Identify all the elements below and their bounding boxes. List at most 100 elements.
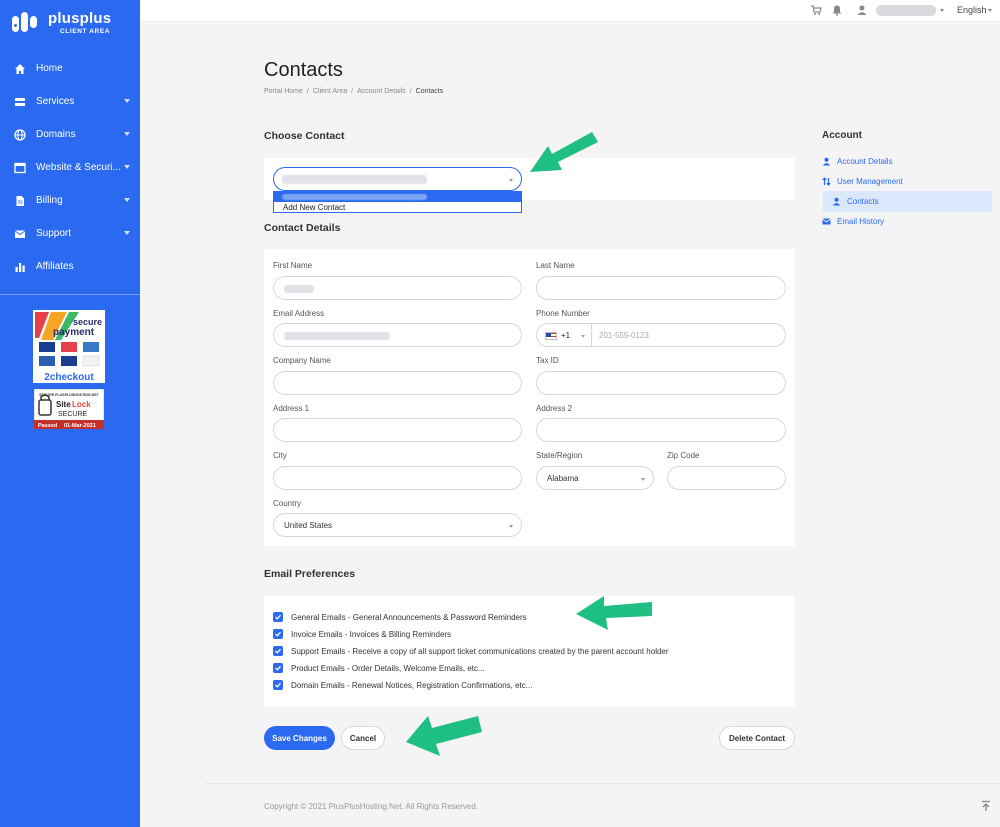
sidebar-nav: Home Services Domains Website & Securi..… bbox=[0, 52, 140, 283]
tax-id-label: Tax ID bbox=[536, 356, 559, 365]
phone-placeholder: 201-555-0123 bbox=[599, 331, 649, 340]
sidebar-item-label: Billing bbox=[36, 195, 63, 206]
pref-domain-emails: Domain Emails - Renewal Notices, Registr… bbox=[273, 680, 532, 690]
user-icon bbox=[822, 157, 831, 166]
email-field[interactable] bbox=[273, 323, 522, 347]
country-select[interactable]: United States bbox=[273, 513, 522, 537]
username-redacted[interactable] bbox=[876, 5, 936, 16]
chevron-down-icon bbox=[940, 9, 944, 12]
breadcrumb-current: Contacts bbox=[415, 88, 444, 95]
annotation-arrow-icon bbox=[406, 716, 482, 756]
first-name-field[interactable] bbox=[273, 276, 522, 300]
checkbox-general-emails[interactable] bbox=[273, 612, 283, 622]
dropdown-option-add-new-contact[interactable]: Add New Contact bbox=[283, 203, 345, 212]
chevron-down-icon bbox=[124, 165, 130, 169]
account-nav-account-details[interactable]: Account Details bbox=[822, 157, 893, 166]
choose-contact-heading: Choose Contact bbox=[264, 130, 345, 142]
city-field[interactable] bbox=[273, 466, 522, 490]
sidebar-item-services[interactable]: Services bbox=[0, 85, 140, 118]
chevron-down-icon bbox=[124, 99, 130, 103]
bell-icon[interactable] bbox=[831, 4, 843, 16]
chevron-down-icon bbox=[988, 9, 992, 12]
city-label: City bbox=[273, 451, 287, 460]
pref-label: General Emails - General Announcements &… bbox=[291, 612, 527, 622]
checkbox-product-emails[interactable] bbox=[273, 663, 283, 673]
sitelock-date-text: 01-Mar-2021 bbox=[64, 423, 96, 429]
pref-invoice-emails: Invoice Emails - Invoices & Billing Remi… bbox=[273, 629, 451, 639]
sitelock-badge[interactable]: SECURE.PLUSPLUSHOSTING.NET Site Lock SEC… bbox=[33, 388, 105, 430]
chevron-down-icon bbox=[581, 335, 585, 338]
phone-country-code[interactable]: +1 bbox=[561, 331, 570, 340]
account-nav-contacts[interactable]: Contacts bbox=[832, 197, 879, 206]
pref-product-emails: Product Emails - Order Details, Welcome … bbox=[273, 663, 485, 673]
state-value: Alabama bbox=[547, 474, 579, 483]
zip-label: Zip Code bbox=[667, 451, 700, 460]
company-field[interactable] bbox=[273, 371, 522, 395]
checkbox-invoice-emails[interactable] bbox=[273, 629, 283, 639]
language-selector[interactable]: English bbox=[957, 5, 987, 15]
footer-divider bbox=[205, 783, 1000, 784]
sitelock-lock-text: Lock bbox=[72, 400, 91, 409]
brand-subtitle: CLIENT AREA bbox=[60, 28, 111, 35]
users-arrows-icon bbox=[822, 177, 831, 186]
delete-contact-button[interactable]: Delete Contact bbox=[719, 726, 795, 750]
tax-id-field[interactable] bbox=[536, 371, 786, 395]
dropdown-option-highlighted[interactable] bbox=[274, 192, 521, 202]
globe-icon bbox=[14, 128, 26, 141]
browser-icon bbox=[14, 162, 26, 174]
chevron-down-icon bbox=[509, 179, 513, 182]
zip-field[interactable] bbox=[667, 466, 786, 490]
annotation-arrow-icon bbox=[576, 596, 652, 630]
sidebar-item-website-security[interactable]: Website & Securi... bbox=[0, 151, 140, 184]
sidebar-item-affiliates[interactable]: Affiliates bbox=[0, 250, 140, 283]
breadcrumb-account-details[interactable]: Account Details bbox=[357, 88, 406, 95]
pref-label: Invoice Emails - Invoices & Billing Remi… bbox=[291, 629, 452, 639]
chevron-down-icon bbox=[509, 525, 513, 528]
secure-payment-badge[interactable]: secure payment 2checkout bbox=[33, 310, 105, 383]
account-nav-email-history[interactable]: Email History bbox=[822, 217, 884, 226]
pref-label: Support Emails - Receive a copy of all s… bbox=[291, 646, 669, 656]
email-label: Email Address bbox=[273, 309, 325, 318]
us-flag-icon[interactable] bbox=[545, 332, 557, 340]
phone-field[interactable]: +1 201-555-0123 bbox=[536, 323, 786, 347]
sidebar-item-label: Services bbox=[36, 96, 75, 107]
address2-field[interactable] bbox=[536, 418, 786, 442]
breadcrumb-portal-home[interactable]: Portal Home bbox=[264, 88, 303, 95]
sitelock-secure-text: SECURE bbox=[58, 411, 88, 418]
account-nav-user-management[interactable]: User Management bbox=[822, 177, 903, 186]
checkbox-support-emails[interactable] bbox=[273, 646, 283, 656]
contact-details-heading: Contact Details bbox=[264, 222, 341, 234]
sidebar-item-label: Home bbox=[36, 63, 63, 74]
envelope-icon bbox=[822, 217, 831, 226]
sidebar-item-domains[interactable]: Domains bbox=[0, 118, 140, 151]
badge-payment-text: payment bbox=[53, 327, 95, 338]
logo-mark-icon bbox=[12, 12, 42, 36]
scroll-to-top-icon[interactable] bbox=[980, 800, 992, 812]
breadcrumb-client-area[interactable]: Client Area bbox=[313, 88, 347, 95]
document-icon bbox=[14, 195, 26, 207]
country-label: Country bbox=[273, 499, 302, 508]
sidebar-item-billing[interactable]: Billing bbox=[0, 184, 140, 217]
last-name-field[interactable] bbox=[536, 276, 786, 300]
address1-field[interactable] bbox=[273, 418, 522, 442]
state-select[interactable]: Alabama bbox=[536, 466, 654, 490]
chevron-down-icon bbox=[124, 132, 130, 136]
cart-icon[interactable] bbox=[810, 4, 822, 16]
last-name-label: Last Name bbox=[536, 261, 575, 270]
badge-secure-text: secure bbox=[73, 317, 102, 327]
logo[interactable]: plusplus CLIENT AREA bbox=[12, 9, 132, 39]
user-icon[interactable] bbox=[856, 4, 868, 16]
sidebar-item-support[interactable]: Support bbox=[0, 217, 140, 250]
home-icon bbox=[14, 63, 26, 75]
checkbox-domain-emails[interactable] bbox=[273, 680, 283, 690]
cancel-button[interactable]: Cancel bbox=[341, 726, 385, 750]
sidebar-item-label: Domains bbox=[36, 129, 76, 140]
sidebar-item-home[interactable]: Home bbox=[0, 52, 140, 85]
pref-label: Product Emails - Order Details, Welcome … bbox=[291, 663, 485, 673]
chevron-down-icon bbox=[124, 198, 130, 202]
address2-label: Address 2 bbox=[536, 404, 573, 413]
chevron-down-icon bbox=[124, 231, 130, 235]
address1-label: Address 1 bbox=[273, 404, 310, 413]
contact-select[interactable] bbox=[273, 167, 522, 191]
save-changes-button[interactable]: Save Changes bbox=[264, 726, 335, 750]
